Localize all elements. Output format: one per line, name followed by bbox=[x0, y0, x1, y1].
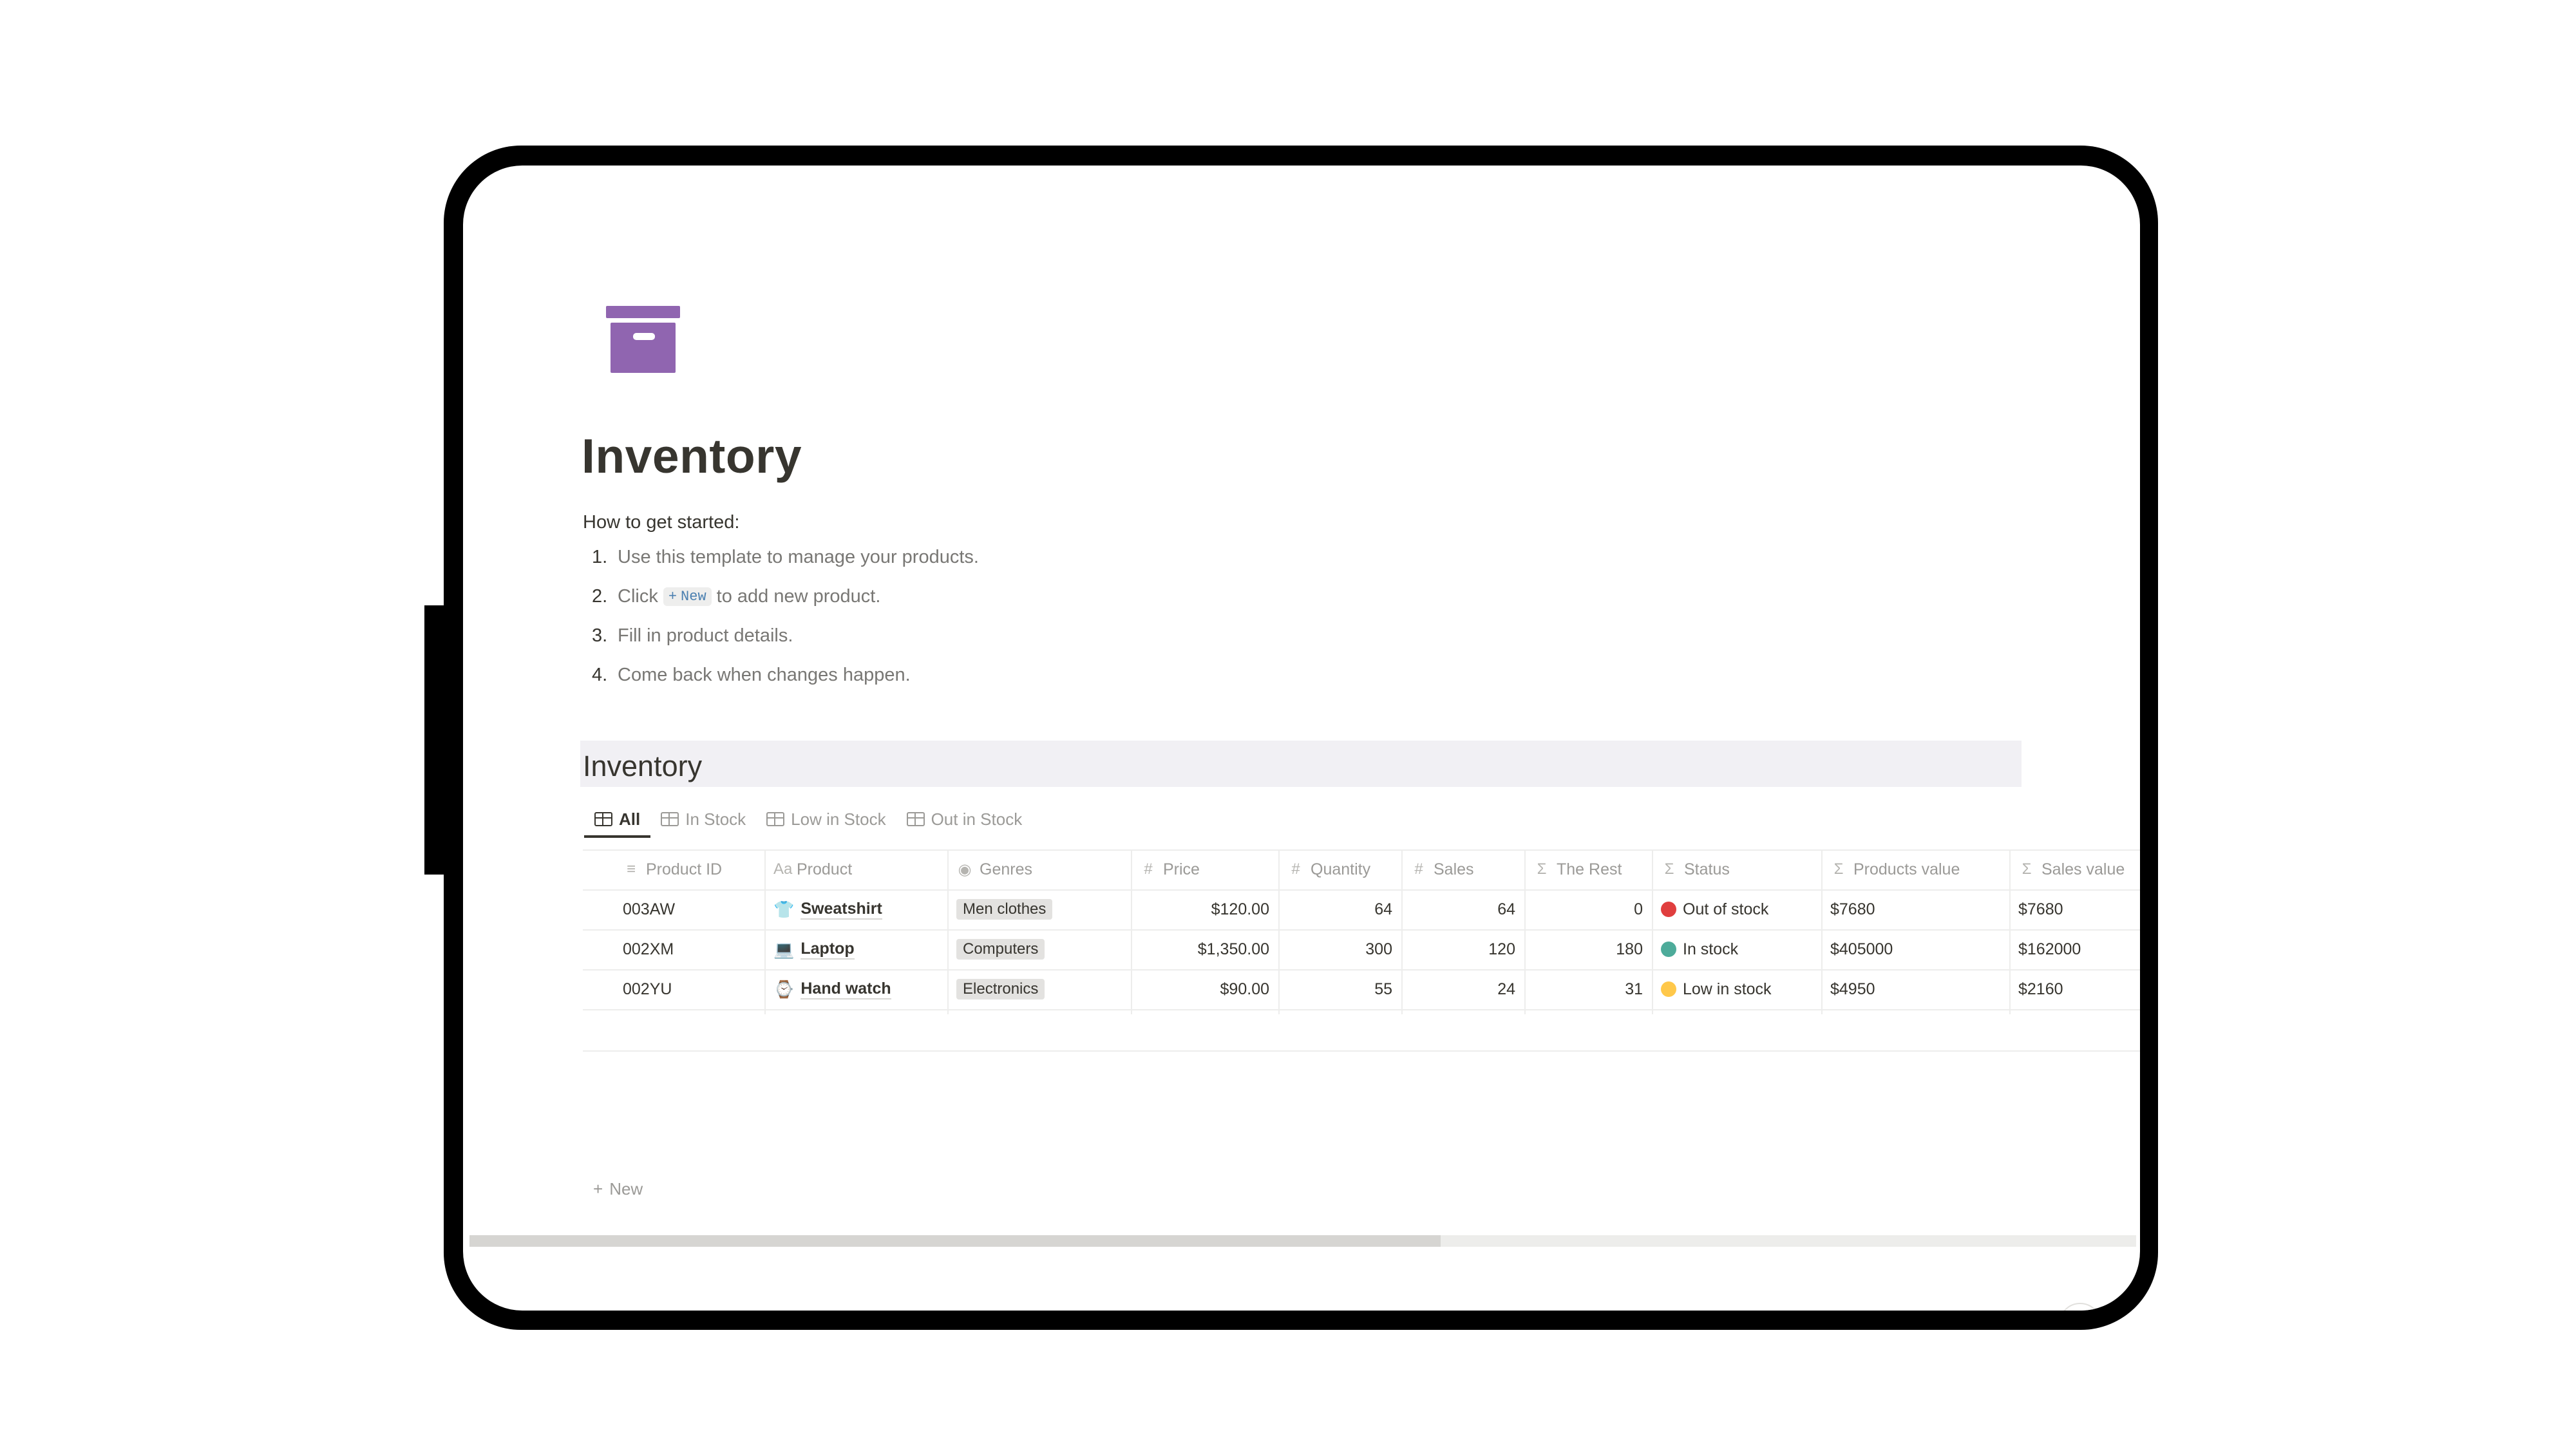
cell-product[interactable]: 👕 Sweatshirt bbox=[764, 889, 947, 929]
cell-sales[interactable]: 120 bbox=[1401, 929, 1524, 969]
number-icon: # bbox=[1144, 860, 1153, 878]
cell-sales[interactable]: 64 bbox=[1401, 889, 1524, 929]
genre-tag: Men clothes bbox=[956, 899, 1053, 920]
intro-heading: How to get started: bbox=[583, 512, 740, 533]
column-header-product-id[interactable]: ≡ Product ID bbox=[614, 849, 764, 889]
tshirt-icon: 👕 bbox=[773, 899, 795, 919]
tab-in-stock[interactable]: In Stock bbox=[650, 803, 756, 835]
cell-genre[interactable]: Electronics bbox=[947, 969, 1131, 1009]
cell-status: Out of stock bbox=[1652, 889, 1821, 929]
cell-the-rest: 31 bbox=[1625, 980, 1643, 998]
tablet-screen: Inventory How to get started: 1. Use thi… bbox=[463, 166, 2140, 1311]
cell-sales[interactable]: 24 bbox=[1401, 969, 1524, 1009]
table-icon bbox=[594, 812, 612, 826]
horizontal-scrollbar-thumb[interactable] bbox=[469, 1235, 1441, 1247]
table-icon bbox=[661, 812, 679, 826]
table-row[interactable]: 002XM 💻 Laptop Computers $1,350.00 300 1… bbox=[583, 929, 2140, 969]
cell-genre[interactable]: Computers bbox=[947, 929, 1131, 969]
column-header-price[interactable]: # Price bbox=[1131, 849, 1278, 889]
column-header-quantity[interactable]: # Quantity bbox=[1278, 849, 1401, 889]
database-title-bar: Inventory bbox=[580, 741, 2022, 787]
cell-genre[interactable]: Men clothes bbox=[947, 889, 1131, 929]
list-item: 1. Use this template to manage your prod… bbox=[592, 547, 979, 567]
tab-low-in-stock[interactable]: Low in Stock bbox=[756, 803, 896, 835]
cell-sales-value: $7680 bbox=[2018, 900, 2063, 918]
tab-all[interactable]: All bbox=[584, 803, 651, 838]
number-icon: # bbox=[1291, 860, 1300, 878]
add-new-row-button[interactable]: + New bbox=[583, 1170, 643, 1208]
column-header-the-rest[interactable]: Σ The Rest bbox=[1524, 849, 1652, 889]
table-row[interactable]: 002YU ⌚ Hand watch Electronics $90.00 55… bbox=[583, 969, 2140, 1009]
cell-quantity[interactable]: 55 bbox=[1278, 969, 1401, 1009]
number-icon: # bbox=[1414, 860, 1423, 878]
cell-price[interactable]: $120.00 bbox=[1131, 889, 1278, 929]
cell-products-value: $4950 bbox=[1830, 980, 1875, 998]
column-header-status[interactable]: Σ Status bbox=[1652, 849, 1821, 889]
archive-box-icon[interactable] bbox=[606, 306, 680, 375]
cell-product-id[interactable]: 003AW bbox=[614, 889, 764, 929]
status-dot-icon bbox=[1661, 942, 1676, 957]
cell-product[interactable]: ⌚ Hand watch bbox=[764, 969, 947, 1009]
column-header-sales-value[interactable]: Σ Sales value bbox=[2009, 849, 2140, 889]
table-row[interactable]: 003AW 👕 Sweatshirt Men clothes $120.00 6… bbox=[583, 889, 2140, 929]
cell-the-rest: 180 bbox=[1616, 940, 1643, 958]
status-dot-icon bbox=[1661, 902, 1676, 917]
view-tabs: All In Stock Low in Stock Out in Stock bbox=[584, 803, 1032, 842]
steps-list: 1. Use this template to manage your prod… bbox=[583, 538, 979, 695]
cell-product-id[interactable]: 002YU bbox=[614, 969, 764, 1009]
formula-icon: Σ bbox=[1833, 860, 1844, 878]
help-button[interactable]: ? bbox=[2059, 1303, 2101, 1311]
genre-tag: Computers bbox=[956, 939, 1045, 960]
list-item: 4. Come back when changes happen. bbox=[592, 665, 911, 685]
list-item: 3. Fill in product details. bbox=[592, 625, 793, 646]
table-icon bbox=[906, 812, 925, 826]
table-header: ≡ Product ID Aa Product ◉ Genres # Price… bbox=[583, 849, 2140, 889]
page-title[interactable]: Inventory bbox=[582, 428, 802, 484]
cell-the-rest: 0 bbox=[1634, 900, 1643, 918]
cell-status: In stock bbox=[1652, 929, 1821, 969]
list-item: 2. Click + New to add new product. bbox=[592, 586, 881, 607]
new-button-chip: + New bbox=[663, 587, 712, 606]
laptop-icon: 💻 bbox=[773, 939, 795, 959]
cell-sales-value: $162000 bbox=[2018, 940, 2081, 958]
tablet-frame: Inventory How to get started: 1. Use thi… bbox=[424, 146, 2158, 1330]
column-header-products-value[interactable]: Σ Products value bbox=[1821, 849, 2009, 889]
column-header-genres[interactable]: ◉ Genres bbox=[947, 849, 1131, 889]
cell-status: Low in stock bbox=[1652, 969, 1821, 1009]
cell-price[interactable]: $1,350.00 bbox=[1131, 929, 1278, 969]
plus-icon: + bbox=[593, 1179, 603, 1198]
cell-products-value: $405000 bbox=[1830, 940, 1893, 958]
tab-out-in-stock[interactable]: Out in Stock bbox=[896, 803, 1033, 835]
formula-icon: Σ bbox=[1664, 860, 1674, 878]
genre-tag: Electronics bbox=[956, 979, 1045, 999]
column-header-product[interactable]: Aa Product bbox=[764, 849, 947, 889]
cell-product-id[interactable]: 002XM bbox=[614, 929, 764, 969]
formula-icon: Σ bbox=[2022, 860, 2032, 878]
formula-icon: Σ bbox=[1537, 860, 1547, 878]
cell-product[interactable]: 💻 Laptop bbox=[764, 929, 947, 969]
cell-products-value: $7680 bbox=[1830, 900, 1875, 918]
text-lines-icon: ≡ bbox=[626, 860, 636, 878]
plus-icon: + bbox=[668, 589, 677, 605]
table-icon bbox=[766, 812, 785, 826]
database-title[interactable]: Inventory bbox=[583, 750, 702, 783]
title-icon: Aa bbox=[773, 860, 793, 878]
cell-quantity[interactable]: 300 bbox=[1278, 929, 1401, 969]
cell-sales-value: $2160 bbox=[2018, 980, 2063, 998]
cell-price[interactable]: $90.00 bbox=[1131, 969, 1278, 1009]
watch-icon: ⌚ bbox=[773, 979, 795, 999]
cell-quantity[interactable]: 64 bbox=[1278, 889, 1401, 929]
column-header-sales[interactable]: # Sales bbox=[1401, 849, 1524, 889]
select-icon: ◉ bbox=[958, 860, 972, 878]
status-dot-icon bbox=[1661, 981, 1676, 997]
